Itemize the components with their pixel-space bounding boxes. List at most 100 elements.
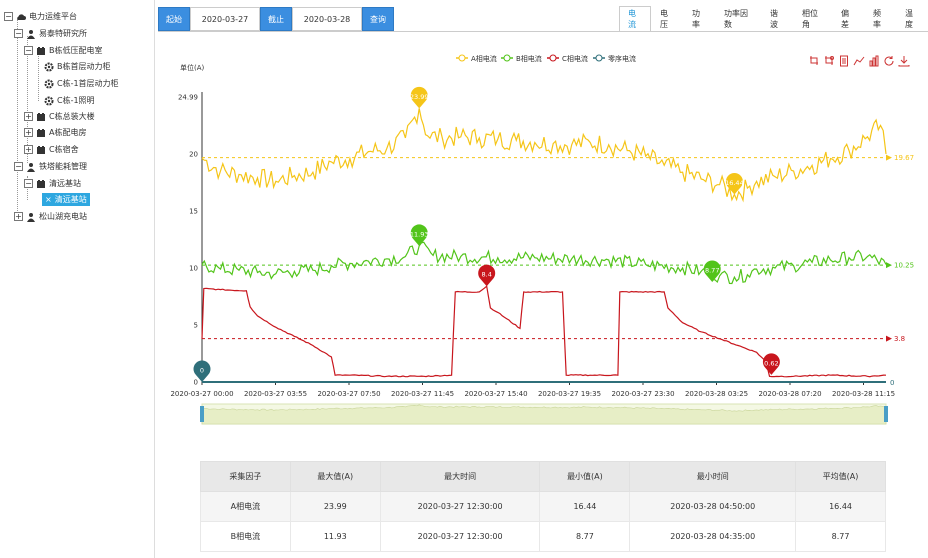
avg-label-a: 19.67 — [894, 154, 914, 162]
zero-end-label: 0 — [890, 379, 894, 387]
tab-voltage[interactable]: 电压 — [651, 6, 683, 32]
table-cell: 2020-03-28 04:50:00 — [629, 491, 797, 522]
tree-item-device[interactable]: C栋-1照明 — [44, 94, 95, 107]
data-zoom-slider[interactable] — [200, 403, 888, 425]
x-tick-label: 2020-03-28 11:15 — [832, 390, 895, 398]
tab-frequency[interactable]: 频率 — [864, 6, 896, 32]
tab-phase-angle[interactable]: 相位角 — [793, 6, 832, 32]
x-tick-label: 2020-03-28 07:20 — [758, 390, 821, 398]
tree-item-org[interactable]: − 易泰特研究所 — [14, 27, 87, 40]
expand-toggle[interactable]: + — [24, 145, 33, 154]
date-range-toolbar: 起始 2020-03-27 截止 2020-03-28 查询 — [158, 7, 394, 31]
tab-power[interactable]: 功率 — [683, 6, 715, 32]
cabinet-icon — [37, 179, 45, 188]
legend-item-a[interactable]: A相电流 — [456, 54, 497, 63]
col-header: 采集因子 — [200, 461, 291, 492]
collapse-toggle[interactable]: − — [14, 29, 23, 38]
gear-icon — [44, 62, 54, 71]
col-header: 最大时间 — [379, 461, 541, 492]
pin-label: 16.44 — [725, 179, 744, 187]
legend-item-c[interactable]: C相电流 — [547, 54, 588, 63]
tab-divider — [158, 31, 928, 32]
series-line-a — [201, 108, 887, 203]
cabinet-icon — [37, 145, 45, 154]
tree-item-label: A栋配电房 — [49, 128, 87, 137]
gear-icon — [44, 96, 54, 105]
tab-deviation[interactable]: 偏差 — [832, 6, 864, 32]
tab-current[interactable]: 电流 — [619, 6, 651, 32]
tree-item-room[interactable]: − B栋低压配电室 — [24, 44, 103, 57]
avg-arrow-a — [886, 154, 892, 161]
col-header: 最大值(A) — [289, 461, 381, 492]
table-row: A相电流 23.99 2020-03-27 12:30:00 16.44 202… — [200, 491, 886, 522]
x-tick-label: 2020-03-27 00:00 — [170, 390, 233, 398]
collapse-toggle[interactable]: − — [24, 46, 33, 55]
query-button[interactable]: 查询 — [362, 7, 394, 31]
end-date-input[interactable]: 2020-03-28 — [292, 7, 362, 31]
max-pin-b[interactable]: 11.93 — [410, 224, 429, 246]
tree-item-label: B栋低压配电室 — [49, 46, 103, 55]
tree-item-label: C栋-1照明 — [57, 96, 95, 105]
legend-item-zero[interactable]: 零序电流 — [593, 54, 636, 63]
tree-item-device[interactable]: B栋首层动力柜 — [44, 60, 111, 73]
legend-label: C相电流 — [562, 54, 588, 63]
series-line-c — [201, 285, 887, 378]
cabinet-icon — [37, 128, 45, 137]
y-tick-label: 15 — [189, 207, 198, 215]
start-label: 起始 — [158, 7, 190, 31]
y-tick-label: 5 — [194, 321, 198, 329]
tab-power-factor[interactable]: 功率因数 — [715, 6, 761, 32]
zoom-handle-right[interactable] — [884, 406, 888, 422]
tree-item-device-selected[interactable]: × 清远基站 — [42, 193, 90, 206]
tree-item-org[interactable]: + 松山湖充电站 — [14, 210, 87, 223]
table-cell: 23.99 — [289, 491, 381, 522]
tree-item-label-selected: × 清远基站 — [42, 193, 90, 206]
metric-tabs: 电流 电压 功率 功率因数 谐波 相位角 偏差 频率 温度 — [619, 6, 928, 32]
collapse-toggle[interactable]: − — [24, 179, 33, 188]
tree-item-root[interactable]: − 电力运维平台 — [4, 10, 77, 23]
expand-toggle[interactable]: + — [14, 212, 23, 221]
tree-item-label: C栋宿舍 — [49, 145, 79, 154]
table-cell: A相电流 — [200, 491, 291, 522]
tree-item-label: 清远基站 — [54, 195, 87, 204]
expand-toggle[interactable]: + — [24, 112, 33, 121]
zoom-handle-left[interactable] — [200, 406, 204, 422]
tab-harmonic[interactable]: 谐波 — [761, 6, 793, 32]
cabinet-icon — [37, 112, 45, 121]
tab-temperature[interactable]: 温度 — [896, 6, 928, 32]
start-date-input[interactable]: 2020-03-27 — [190, 7, 260, 31]
tree-item-device[interactable]: C栋-1首层动力柜 — [44, 77, 119, 90]
pin-label: 0 — [200, 367, 204, 375]
tree-item-room[interactable]: + C栋总装大楼 — [24, 110, 95, 123]
legend-item-b[interactable]: B相电流 — [501, 54, 542, 63]
tree-item-room[interactable]: − 清远基站 — [24, 177, 81, 190]
tree-item-room[interactable]: + C栋宿舍 — [24, 143, 79, 156]
tree-item-room[interactable]: + A栋配电房 — [24, 126, 86, 139]
table-cell: 16.44 — [539, 491, 631, 522]
pin-label: 8.4 — [482, 271, 492, 279]
avg-label-c: 3.8 — [894, 335, 905, 343]
tree-guide — [17, 19, 18, 217]
table-cell: 2020-03-28 04:35:00 — [629, 521, 797, 552]
close-icon: × — [45, 195, 52, 204]
min-pin-c[interactable]: 0.62 — [762, 353, 780, 375]
max-pin-a[interactable]: 23.99 — [410, 86, 429, 109]
collapse-toggle[interactable]: − — [4, 12, 13, 21]
avg-label-b: 10.25 — [894, 262, 914, 270]
series-layer: 19.67 10.25 3.8 0 — [201, 108, 914, 387]
x-tick-label: 2020-03-27 07:50 — [317, 390, 380, 398]
chart-legend: A相电流 B相电流 C相电流 零序电流 — [456, 54, 636, 63]
tree-item-label: B栋首层动力柜 — [57, 62, 111, 71]
pin-label: 8.77 — [705, 266, 719, 274]
tree-item-label: 电力运维平台 — [29, 12, 77, 21]
expand-toggle[interactable]: + — [24, 128, 33, 137]
tree-item-label: 清远基站 — [49, 179, 81, 188]
markers-layer: 23.99 16.44 11.93 8.77 8.4 0.62 0 — [193, 86, 780, 382]
tree-item-org[interactable]: − 铁塔能耗管理 — [14, 160, 87, 173]
max-pin-c[interactable]: 8.4 — [478, 264, 496, 287]
legend-label: B相电流 — [516, 54, 542, 63]
collapse-toggle[interactable]: − — [14, 162, 23, 171]
x-tick-label: 2020-03-27 03:55 — [244, 390, 307, 398]
stats-table: 采集因子 最大值(A) 最大时间 最小值(A) 最小时间 平均值(A) A相电流… — [200, 461, 886, 552]
table-cell: 2020-03-27 12:30:00 — [379, 491, 541, 522]
